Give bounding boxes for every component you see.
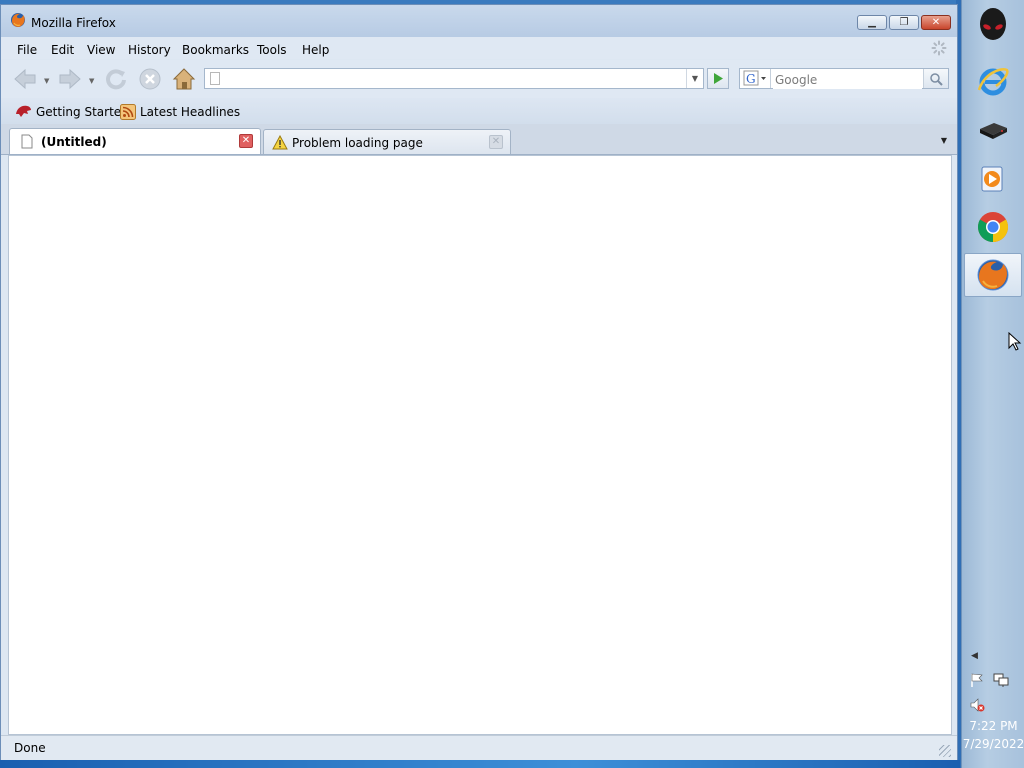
- bookmark-label: Latest Headlines: [140, 105, 241, 119]
- stop-button[interactable]: [137, 66, 163, 92]
- getting-started-icon: [16, 105, 31, 117]
- window-title: Mozilla Firefox: [31, 16, 116, 30]
- tab-close-button[interactable]: ✕: [489, 135, 503, 149]
- bookmark-label: Getting Started: [36, 104, 129, 119]
- show-hidden-icons-button[interactable]: ◀: [971, 651, 978, 661]
- tab-list-button[interactable]: ▼: [937, 130, 951, 150]
- throbber-icon: [931, 40, 947, 56]
- forward-button[interactable]: [57, 66, 83, 92]
- bookmarks-toolbar: Getting Started Latest Headlines: [1, 98, 957, 124]
- search-input[interactable]: [773, 70, 922, 89]
- desktop-background-bottom: [0, 760, 960, 768]
- clock-time[interactable]: 7:22 PM: [962, 719, 1024, 733]
- taskbar-firefox[interactable]: [964, 253, 1022, 297]
- url-input[interactable]: [225, 70, 689, 89]
- minimize-button[interactable]: ▁: [857, 15, 887, 30]
- resize-grip[interactable]: [939, 745, 951, 757]
- menu-edit[interactable]: Edit: [51, 43, 74, 57]
- taskbar-media-player[interactable]: [964, 157, 1022, 201]
- tab-close-button[interactable]: ✕: [239, 134, 253, 148]
- rss-feed-icon: [120, 104, 136, 120]
- title-bar[interactable]: Mozilla Firefox ▁ ❐ ✕: [1, 5, 957, 37]
- go-arrow-icon: [714, 73, 723, 84]
- restore-icon: ❐: [899, 16, 909, 28]
- action-center-flag-icon[interactable]: [969, 672, 985, 688]
- home-button[interactable]: [171, 66, 197, 92]
- close-button[interactable]: ✕: [921, 15, 951, 30]
- taskbar-drive[interactable]: [964, 108, 1022, 152]
- chrome-icon: [977, 212, 1009, 242]
- bookmark-getting-started[interactable]: Getting Started: [15, 104, 129, 119]
- status-bar: Done: [1, 735, 957, 760]
- search-bar: G: [739, 68, 949, 89]
- firefox-icon: [11, 13, 25, 27]
- internet-explorer-icon: [977, 68, 1009, 96]
- go-button[interactable]: [707, 68, 729, 89]
- firefox-window: Mozilla Firefox ▁ ❐ ✕ File Edit View His…: [0, 4, 958, 760]
- tab-untitled[interactable]: (Untitled) ✕: [9, 128, 261, 154]
- media-player-icon: [981, 166, 1003, 192]
- taskbar: ◀ 7:22 PM 7/29/2022: [961, 0, 1024, 768]
- taskbar-chrome[interactable]: [964, 205, 1022, 249]
- status-text: Done: [14, 741, 46, 755]
- close-icon: ✕: [931, 16, 941, 28]
- volume-muted-icon[interactable]: [969, 697, 985, 713]
- maximize-button[interactable]: ❐: [889, 15, 919, 30]
- tab-strip: (Untitled) ✕ Problem loading page ✕ ▼: [1, 124, 957, 155]
- menu-history[interactable]: History: [128, 43, 171, 57]
- firefox-icon: [977, 259, 1009, 291]
- back-button[interactable]: [12, 66, 38, 92]
- reload-button[interactable]: [103, 66, 129, 92]
- navigation-toolbar: ▼ ▼ ▼ G Google: [1, 60, 957, 98]
- google-engine-icon: G: [743, 70, 766, 86]
- clock-date[interactable]: 7/29/2022: [962, 737, 1024, 751]
- caption-buttons: ▁ ❐ ✕: [857, 15, 951, 30]
- menu-bookmarks[interactable]: Bookmarks: [182, 43, 249, 57]
- tab-label: Problem loading page: [292, 136, 423, 150]
- tab-problem-loading-page[interactable]: Problem loading page ✕: [263, 129, 511, 154]
- page-content[interactable]: [8, 155, 952, 735]
- menu-tools[interactable]: Tools: [257, 43, 287, 57]
- svg-text:G: G: [746, 72, 756, 86]
- magnifier-icon: [930, 72, 943, 86]
- minimize-icon: ▁: [868, 16, 876, 28]
- drive-icon: [980, 123, 1007, 139]
- back-history-dropdown[interactable]: ▼: [44, 77, 49, 85]
- url-history-dropdown[interactable]: ▼: [686, 69, 703, 88]
- network-icon[interactable]: [993, 672, 1009, 688]
- blank-page-icon: [21, 134, 33, 149]
- search-engine-selector[interactable]: G: [740, 69, 771, 88]
- search-button[interactable]: [923, 69, 948, 88]
- taskbar-internet-explorer[interactable]: [964, 59, 1022, 103]
- menu-file[interactable]: File: [17, 43, 37, 57]
- page-favicon: [210, 72, 220, 85]
- taskbar-alienware[interactable]: [964, 4, 1022, 48]
- mouse-cursor-icon: [1008, 332, 1022, 351]
- alienware-icon: [980, 8, 1006, 40]
- menu-bar: File Edit View History Bookmarks Tools H…: [1, 37, 957, 59]
- tab-label: (Untitled): [41, 135, 107, 149]
- url-bar[interactable]: ▼: [204, 68, 704, 89]
- menu-help[interactable]: Help: [302, 43, 329, 57]
- bookmark-latest-headlines[interactable]: Latest Headlines: [120, 104, 240, 120]
- warning-icon: [272, 135, 288, 150]
- menu-view[interactable]: View: [87, 43, 115, 57]
- forward-history-dropdown[interactable]: ▼: [89, 77, 94, 85]
